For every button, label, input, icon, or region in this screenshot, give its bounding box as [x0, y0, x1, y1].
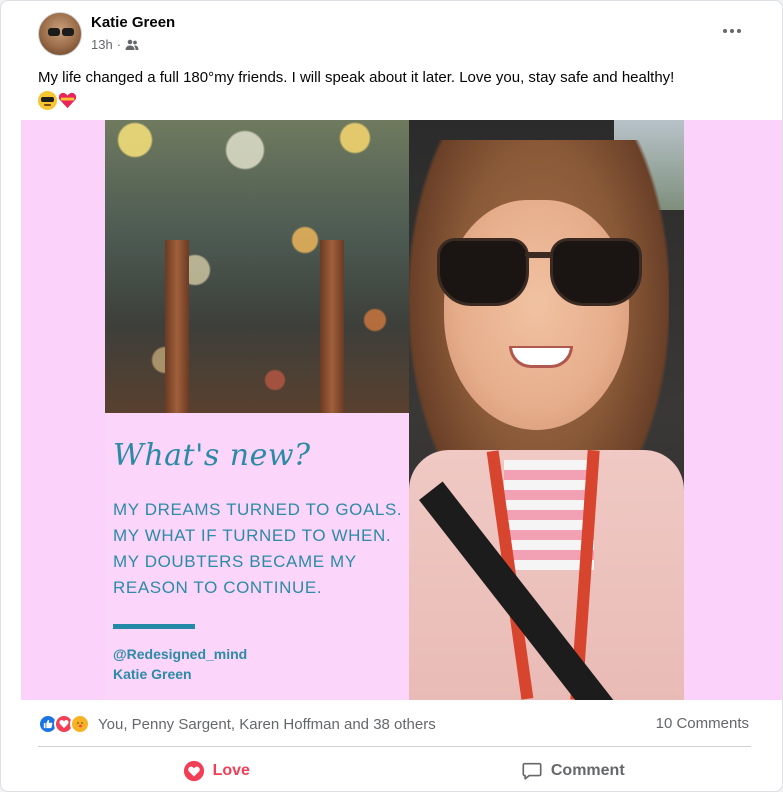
love-label: Love [212, 762, 250, 779]
reaction-names[interactable]: You, Penny Sargent, Karen Hoffman and 38… [98, 716, 436, 733]
reactions-summary[interactable]: You, Penny Sargent, Karen Hoffman and 38… [38, 711, 436, 737]
quote-line: MY DREAMS TURNED TO GOALS. [113, 500, 403, 519]
quote-author: Katie Green [113, 666, 192, 682]
author-name[interactable]: Katie Green [91, 14, 175, 31]
heart-with-ribbon-icon [58, 91, 77, 110]
quote-line: MY WHAT IF TURNED TO WHEN. [113, 526, 392, 545]
friends-icon[interactable] [125, 39, 139, 51]
comment-label: Comment [550, 762, 625, 779]
avatar[interactable] [38, 12, 82, 56]
more-dot-icon [737, 29, 741, 33]
selfie-photo [409, 120, 684, 700]
divider [38, 746, 751, 747]
post-meta: 13h · [91, 37, 139, 52]
quote-handle: @Redesigned_mind [113, 646, 248, 662]
action-bar: Love Comment [38, 751, 751, 791]
reaction-icons [38, 714, 90, 734]
quote-divider [113, 624, 195, 629]
post-time[interactable]: 13h [91, 37, 113, 52]
more-options-button[interactable] [718, 19, 746, 43]
post-header: Katie Green 13h · [1, 1, 782, 61]
sunglasses [437, 238, 642, 308]
quote-body: MY DREAMS TURNED TO GOALS. MY WHAT IF TU… [113, 497, 409, 601]
quote-graphic: What's new? MY DREAMS TURNED TO GOALS. M… [105, 120, 409, 700]
more-dot-icon [723, 29, 727, 33]
quote-title: What's new? [113, 438, 311, 473]
post-image[interactable]: What's new? MY DREAMS TURNED TO GOALS. M… [21, 120, 782, 700]
love-button[interactable]: Love [38, 751, 395, 791]
more-dot-icon [730, 29, 734, 33]
post-text: My life changed a full 180°my friends. I… [38, 69, 675, 86]
bokeh-photo [105, 120, 409, 413]
quote-line: REASON TO CONTINUE. [113, 578, 323, 597]
quote-line: MY DOUBTERS BECAME MY [113, 552, 357, 571]
comment-button[interactable]: Comment [395, 751, 752, 791]
comment-bubble-icon [522, 762, 542, 780]
post-emojis [38, 91, 77, 110]
heart-icon [183, 760, 204, 782]
post-card: Katie Green 13h · My life changed a full… [0, 0, 783, 792]
care-icon [70, 714, 90, 734]
smiling-face-with-sunglasses-icon [38, 91, 57, 110]
comments-count-link[interactable]: 10 Comments [656, 715, 749, 732]
